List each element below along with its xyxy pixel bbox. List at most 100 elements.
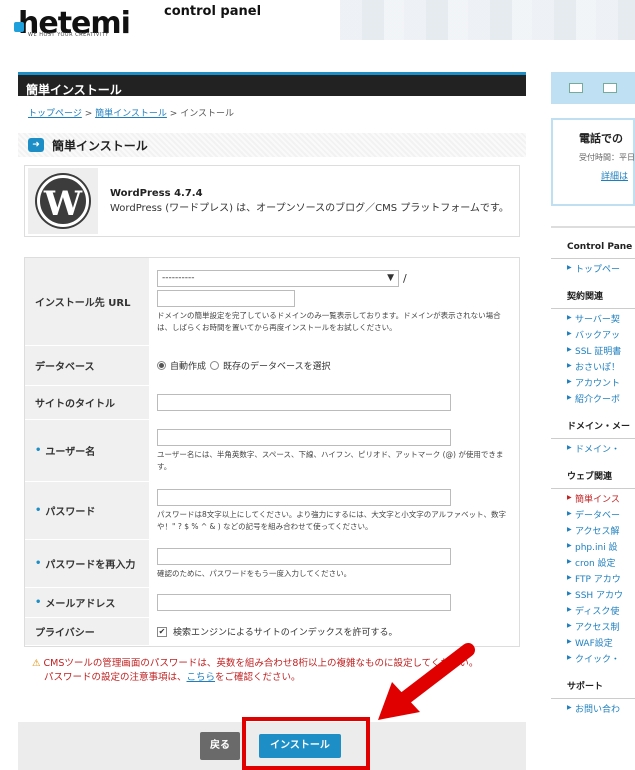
nav-heading: ウェブ関連	[567, 472, 613, 482]
form-row-password2: • パスワードを再入力 確認のために、パスワードをもう一度入力してください。	[25, 540, 519, 588]
nav-item[interactable]: トップペー	[567, 262, 635, 275]
password2-help: 確認のために、パスワードをもう一度入力してください。	[157, 568, 352, 578]
url-help: ドメインの簡単設定を完了しているドメインのみ一覧表示しております。ドメインが表示…	[157, 310, 501, 332]
highlight-box	[242, 717, 370, 770]
nav-item[interactable]: データベー	[567, 508, 635, 521]
breadcrumb-sep: >	[166, 109, 181, 119]
privacy-checkbox-label: 検索エンジンによるサイトのインデックスを許可する。	[173, 628, 398, 638]
nav-item[interactable]: サーバー契	[567, 312, 635, 325]
app-info-box: W WordPress 4.7.4 WordPress (ワードプレス) は、オ…	[24, 165, 520, 237]
header: hetemi WE HOST YOUR CREATIVITY control p…	[0, 0, 635, 62]
password-label-cell: • パスワード	[25, 482, 149, 539]
password-notes-link[interactable]: こちら	[187, 672, 216, 683]
app-name: WordPress 4.7.4	[110, 188, 203, 199]
warning-line2-prefix: パスワードの設定の注意事項は、	[44, 672, 187, 683]
nav-heading: Control Pane	[567, 242, 633, 252]
mail-icon[interactable]	[569, 83, 583, 93]
nav-heading: 契約関連	[567, 292, 604, 302]
form-row-database: データベース 自動作成 既存のデータベースを選択	[25, 346, 519, 386]
breadcrumb-sep: >	[81, 109, 96, 119]
db-auto-label: 自動作成	[170, 362, 207, 372]
username-input[interactable]	[157, 428, 451, 446]
nav-item[interactable]: 紹介クーポ	[567, 392, 635, 405]
site-title-input[interactable]	[157, 394, 451, 411]
password-input[interactable]	[157, 488, 451, 506]
form-row-username: • ユーザー名 ユーザー名には、半角英数字、スペース、下線、ハイフン、ピリオド、ア…	[25, 420, 519, 482]
nav-item[interactable]: クイック・	[567, 652, 635, 665]
main-content: 簡単インストール トップページ > 簡単インストール > インストール ➜ 簡単…	[18, 72, 526, 685]
breadcrumb-home-link[interactable]: トップページ	[28, 109, 82, 119]
contact-bar	[551, 72, 635, 104]
phone-details-link[interactable]: 詳細は	[601, 169, 633, 182]
url-slash: /	[403, 271, 407, 285]
email-label: メールアドレス	[45, 599, 116, 610]
app-description: WordPress (ワードプレス) は、オープンソースのブログ／CMS プラッ…	[110, 203, 509, 214]
nav-item[interactable]: php.ini 設	[567, 540, 635, 553]
password2-label-cell: • パスワードを再入力	[25, 540, 149, 587]
url-label: インストール先 URL	[25, 258, 149, 345]
breadcrumb-parent-link[interactable]: 簡単インストール	[95, 109, 167, 119]
red-arrow-annotation	[378, 643, 475, 720]
nav-item[interactable]: ディスク使	[567, 604, 635, 617]
email-input[interactable]	[157, 594, 451, 611]
privacy-label: プライバシー	[25, 618, 149, 645]
section-header: ➜ 簡単インストール	[18, 133, 526, 157]
nav-item[interactable]: アカウント	[567, 376, 635, 389]
db-existing-radio[interactable]	[210, 361, 220, 370]
phone-title: 電話での	[579, 132, 623, 145]
chevron-down-icon: ▼	[387, 273, 394, 283]
warning-line2-suffix: をご確認ください。	[215, 672, 301, 683]
nav-item[interactable]: SSL 証明書	[567, 344, 635, 357]
username-label-cell: • ユーザー名	[25, 420, 149, 481]
install-icon: ➜	[28, 138, 44, 152]
nav-item[interactable]: アクセス制	[567, 620, 635, 633]
logo-tagline: WE HOST YOUR CREATIVITY	[28, 32, 109, 38]
url-path-input[interactable]	[157, 289, 295, 307]
phone-support-box: 電話での 受付時間：平日 詳細は	[551, 118, 635, 206]
email-label-cell: • メールアドレス	[25, 588, 149, 617]
nav-item[interactable]: おさいぽ！	[567, 360, 635, 373]
password2-label: パスワードを再入力	[45, 560, 136, 571]
site-title-label: サイトのタイトル	[25, 386, 149, 419]
nav-heading: サポート	[567, 682, 604, 692]
nav-heading: ドメイン・メー	[567, 422, 631, 432]
phone-hours: 受付時間：平日	[579, 153, 635, 162]
warning-icon: ⚠	[32, 658, 44, 669]
nav-item[interactable]: cron 設定	[567, 556, 635, 569]
section-title: 簡単インストール	[52, 138, 148, 153]
nav-item[interactable]: お問い合わ	[567, 702, 635, 715]
form-row-email: • メールアドレス	[25, 588, 519, 618]
logo-mark-icon	[14, 22, 24, 32]
nav-item[interactable]: アクセス解	[567, 524, 635, 537]
install-form: インストール先 URL ---------- ▼ / ドメインの簡単設定を完了し…	[24, 257, 520, 647]
username-help: ユーザー名には、半角英数字、スペース、下線、ハイフン、ピリオド、アットマーク (…	[157, 449, 504, 471]
domain-select[interactable]: ---------- ▼	[157, 269, 399, 287]
db-auto-radio[interactable]	[157, 361, 166, 370]
database-label: データベース	[25, 346, 149, 385]
document-icon[interactable]	[603, 83, 617, 93]
password2-input[interactable]	[157, 547, 451, 565]
db-existing-label: 既存のデータベースを選択	[223, 362, 331, 372]
form-row-password: • パスワード パスワードは8文字以上にしてください。より強力にするには、大文字と…	[25, 482, 519, 540]
breadcrumb: トップページ > 簡単インストール > インストール	[18, 106, 526, 119]
nav-item[interactable]: WAF設定	[567, 636, 635, 649]
wordpress-logo-icon: W	[28, 168, 98, 234]
breadcrumb-current: インストール	[180, 109, 235, 119]
nav-item-active[interactable]: 簡単インス	[567, 492, 635, 505]
username-label: ユーザー名	[45, 447, 96, 458]
form-row-site-title: サイトのタイトル	[25, 386, 519, 420]
nav-item[interactable]: FTP アカウ	[567, 572, 635, 585]
back-button[interactable]: 戻る	[200, 732, 240, 760]
control-panel-label: control panel	[164, 4, 262, 19]
nav-item[interactable]: SSH アカウ	[567, 588, 635, 601]
domain-select-value: ----------	[162, 273, 195, 283]
privacy-checkbox[interactable]: ✔	[157, 626, 167, 637]
form-row-url: インストール先 URL ---------- ▼ / ドメインの簡単設定を完了し…	[25, 258, 519, 346]
password-help: パスワードは8文字以上にしてください。より強力にするには、大文字と小文字のアルフ…	[157, 509, 507, 531]
password-label: パスワード	[45, 507, 96, 518]
nav-item[interactable]: バックアッ	[567, 328, 635, 341]
nav-item[interactable]: ドメイン・	[567, 442, 635, 455]
sidebar-nav: Control Pane トップペー 契約関連 サーバー契 バックアッ SSL …	[551, 226, 635, 715]
right-sidebar: 電話での 受付時間：平日 詳細は Control Pane トップペー 契約関連…	[551, 72, 635, 715]
blurred-header-area	[340, 0, 635, 40]
